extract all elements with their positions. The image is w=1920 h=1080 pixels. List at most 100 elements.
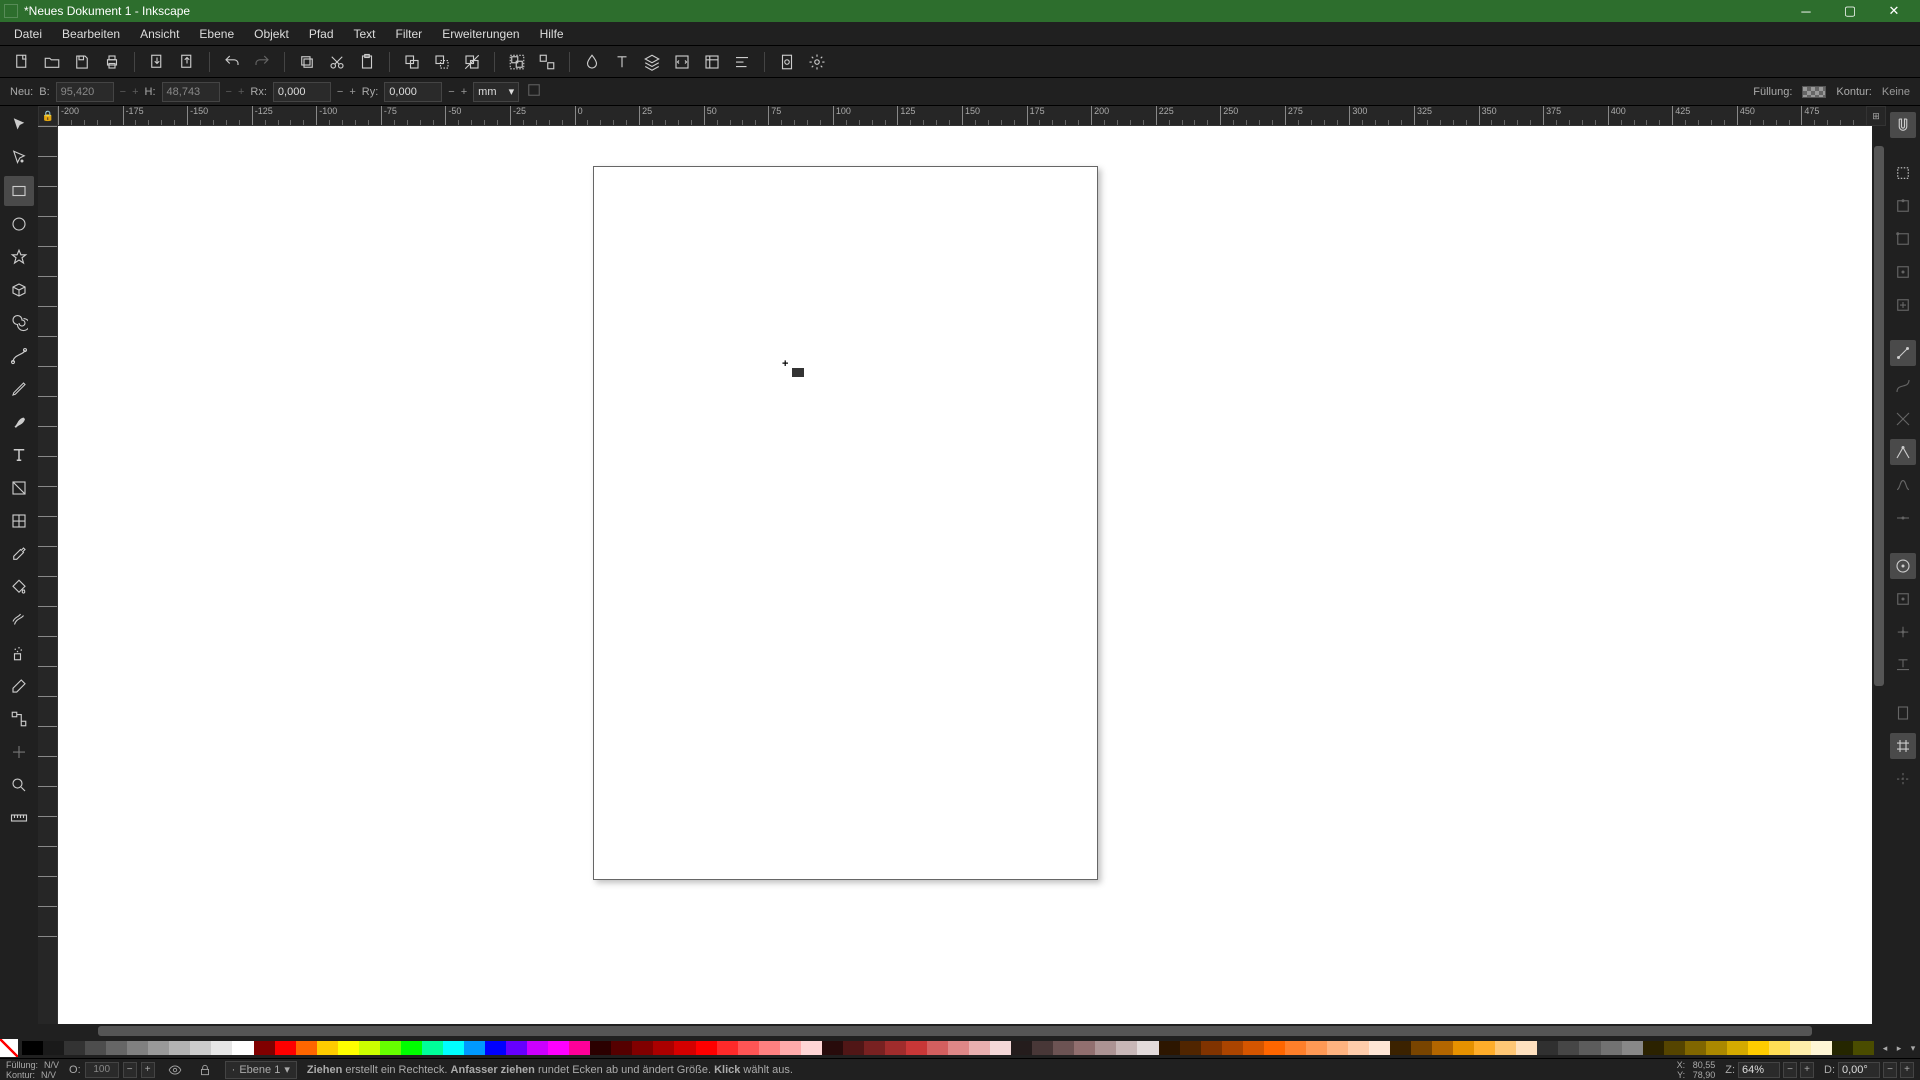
duplicate-button[interactable]	[400, 50, 424, 74]
color-swatch[interactable]	[1074, 1041, 1095, 1055]
height-inc[interactable]: +	[238, 86, 244, 98]
paintbucket-tool[interactable]	[4, 572, 34, 602]
horizontal-scrollbar[interactable]	[58, 1024, 1872, 1038]
resize-grip[interactable]	[1872, 1024, 1886, 1038]
color-swatch[interactable]	[1201, 1041, 1222, 1055]
color-swatch[interactable]	[464, 1041, 485, 1055]
open-button[interactable]	[40, 50, 64, 74]
color-swatch[interactable]	[1727, 1041, 1748, 1055]
export-button[interactable]	[175, 50, 199, 74]
color-swatch[interactable]	[506, 1041, 527, 1055]
snap-intersection-button[interactable]	[1890, 406, 1916, 432]
color-swatch[interactable]	[990, 1041, 1011, 1055]
color-swatch[interactable]	[1453, 1041, 1474, 1055]
menu-text[interactable]: Text	[344, 24, 386, 44]
color-swatch[interactable]	[1222, 1041, 1243, 1055]
color-swatch[interactable]	[1474, 1041, 1495, 1055]
rotation-dec[interactable]: −	[1883, 1062, 1897, 1078]
color-swatch[interactable]	[1180, 1041, 1201, 1055]
zoom-tool[interactable]	[4, 770, 34, 800]
rotation-inc[interactable]: +	[1900, 1062, 1914, 1078]
ry-input[interactable]: 0,000	[384, 82, 442, 102]
color-swatch[interactable]	[611, 1041, 632, 1055]
ruler-lock[interactable]: 🔒	[38, 106, 58, 126]
opacity-input[interactable]	[85, 1062, 119, 1078]
color-swatch[interactable]	[1285, 1041, 1306, 1055]
color-swatch[interactable]	[1032, 1041, 1053, 1055]
ungroup-button[interactable]	[535, 50, 559, 74]
color-swatch[interactable]	[1685, 1041, 1706, 1055]
color-swatch[interactable]	[190, 1041, 211, 1055]
zoom-out[interactable]: −	[1783, 1062, 1797, 1078]
color-swatch[interactable]	[1622, 1041, 1643, 1055]
color-swatch[interactable]	[1790, 1041, 1811, 1055]
color-swatch[interactable]	[801, 1041, 822, 1055]
color-swatch[interactable]	[1390, 1041, 1411, 1055]
color-swatch[interactable]	[632, 1041, 653, 1055]
ruler-corner-right[interactable]: ⊞	[1866, 106, 1886, 126]
color-swatch[interactable]	[1348, 1041, 1369, 1055]
color-swatch[interactable]	[211, 1041, 232, 1055]
doc-props-button[interactable]	[775, 50, 799, 74]
snap-text-baseline-button[interactable]	[1890, 652, 1916, 678]
color-swatch[interactable]	[422, 1041, 443, 1055]
color-swatch[interactable]	[1306, 1041, 1327, 1055]
color-swatch[interactable]	[927, 1041, 948, 1055]
color-swatch[interactable]	[232, 1041, 253, 1055]
text-tool[interactable]	[4, 440, 34, 470]
menu-hilfe[interactable]: Hilfe	[530, 24, 574, 44]
vertical-ruler[interactable]	[38, 126, 58, 1024]
rx-input[interactable]: 0,000	[273, 82, 331, 102]
rectangle-tool[interactable]	[4, 176, 34, 206]
snap-guide-button[interactable]	[1890, 766, 1916, 792]
snap-master-toggle[interactable]	[1890, 112, 1916, 138]
snap-rotation-center-button[interactable]	[1890, 619, 1916, 645]
unlink-clone-button[interactable]	[460, 50, 484, 74]
color-swatch[interactable]	[1095, 1041, 1116, 1055]
rx-dec[interactable]: −	[337, 86, 343, 98]
not-rounded-button[interactable]	[525, 81, 543, 102]
palette-scroll-right[interactable]: ▸	[1892, 1041, 1906, 1055]
paste-button[interactable]	[355, 50, 379, 74]
color-swatch[interactable]	[1832, 1041, 1853, 1055]
width-inc[interactable]: +	[132, 86, 138, 98]
color-swatch[interactable]	[1411, 1041, 1432, 1055]
snap-others-button[interactable]	[1890, 553, 1916, 579]
snap-line-midpoint-button[interactable]	[1890, 505, 1916, 531]
mesh-tool[interactable]	[4, 506, 34, 536]
color-swatch[interactable]	[148, 1041, 169, 1055]
height-input[interactable]: 48,743	[162, 82, 220, 102]
snap-object-center-button[interactable]	[1890, 586, 1916, 612]
color-swatch[interactable]	[738, 1041, 759, 1055]
ry-inc[interactable]: +	[461, 86, 467, 98]
color-swatch[interactable]	[780, 1041, 801, 1055]
menu-ansicht[interactable]: Ansicht	[130, 24, 189, 44]
color-swatch[interactable]	[948, 1041, 969, 1055]
color-swatch[interactable]	[254, 1041, 275, 1055]
color-swatch[interactable]	[590, 1041, 611, 1055]
color-swatch[interactable]	[1516, 1041, 1537, 1055]
selector-tool[interactable]	[4, 110, 34, 140]
snap-path-button[interactable]	[1890, 373, 1916, 399]
fill-swatch[interactable]	[1802, 86, 1826, 98]
xml-editor-button[interactable]	[670, 50, 694, 74]
rx-inc[interactable]: +	[349, 86, 355, 98]
color-swatch[interactable]	[885, 1041, 906, 1055]
undo-button[interactable]	[220, 50, 244, 74]
color-swatch[interactable]	[569, 1041, 590, 1055]
menu-datei[interactable]: Datei	[4, 24, 52, 44]
menu-bearbeiten[interactable]: Bearbeiten	[52, 24, 130, 44]
menu-erweiterungen[interactable]: Erweiterungen	[432, 24, 529, 44]
layers-button[interactable]	[640, 50, 664, 74]
text-props-button[interactable]	[610, 50, 634, 74]
width-input[interactable]: 95,420	[56, 82, 114, 102]
layer-lock-toggle[interactable]	[195, 1061, 215, 1079]
color-swatch[interactable]	[317, 1041, 338, 1055]
status-fill-stroke[interactable]: Füllung:N/V Kontur:N/V	[6, 1060, 59, 1080]
selectors-button[interactable]	[700, 50, 724, 74]
star-tool[interactable]	[4, 242, 34, 272]
color-swatch[interactable]	[1769, 1041, 1790, 1055]
color-swatch[interactable]	[443, 1041, 464, 1055]
print-button[interactable]	[100, 50, 124, 74]
lpe-tool[interactable]	[4, 737, 34, 767]
